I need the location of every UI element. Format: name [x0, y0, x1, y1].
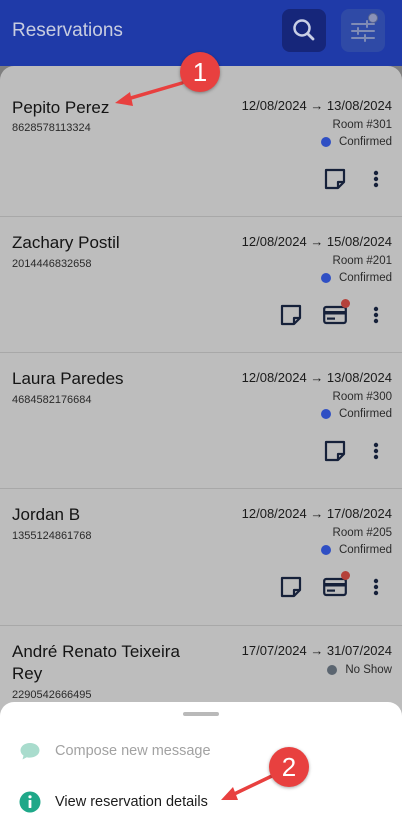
- note-icon[interactable]: [324, 440, 346, 462]
- reservation-dates: 12/08/2024 → 13/08/2024: [241, 370, 392, 385]
- filter-active-dot: [368, 13, 378, 23]
- status-badge: Confirmed: [320, 136, 392, 148]
- note-icon[interactable]: [280, 304, 302, 326]
- status-dot: [320, 409, 331, 419]
- guest-name: Pepito Perez: [12, 98, 110, 117]
- status-badge: Confirmed: [320, 544, 392, 556]
- reservation-card[interactable]: Zachary Postil 2014446832658 12/08/2024 …: [0, 217, 402, 353]
- guest-phone: 2014446832658: [12, 258, 92, 270]
- status-badge: No Show: [327, 664, 392, 676]
- room-number: Room #301: [332, 119, 392, 131]
- reservation-dates: 12/08/2024 → 13/08/2024: [241, 98, 392, 113]
- reservation-dates: 12/08/2024 → 17/08/2024: [241, 506, 392, 521]
- reservation-card[interactable]: Laura Paredes 4684582176684 12/08/2024 →…: [0, 353, 402, 489]
- search-button[interactable]: [282, 9, 326, 52]
- note-icon[interactable]: [280, 576, 302, 598]
- info-icon: [19, 791, 41, 813]
- status-dot: [320, 273, 331, 283]
- view-details-option[interactable]: View reservation details: [0, 784, 402, 820]
- payment-alert-badge: [341, 299, 350, 308]
- annotation-marker-1: 1: [180, 52, 220, 92]
- note-icon[interactable]: [324, 168, 346, 190]
- room-number: Room #205: [332, 527, 392, 539]
- reservation-dates: 12/08/2024 → 15/08/2024: [241, 234, 392, 249]
- more-options-icon[interactable]: [373, 306, 379, 324]
- status-badge: Confirmed: [320, 408, 392, 420]
- reservation-dates: 17/07/2024 → 31/07/2024: [241, 643, 392, 658]
- page-title: Reservations: [12, 20, 123, 41]
- more-options-icon[interactable]: [373, 170, 379, 188]
- status-label: Confirmed: [338, 408, 392, 420]
- room-number: Room #300: [332, 391, 392, 403]
- sheet-drag-handle[interactable]: [183, 712, 219, 716]
- bottom-sheet: Compose new message View reservation det…: [0, 702, 402, 830]
- status-label: Confirmed: [338, 136, 392, 148]
- chat-bubble-icon: [20, 743, 40, 760]
- guest-phone: 1355124861768: [12, 530, 92, 542]
- status-label: Confirmed: [338, 544, 392, 556]
- guest-name: Laura Paredes: [12, 369, 124, 388]
- guest-phone: 4684582176684: [12, 394, 92, 406]
- payment-card-icon[interactable]: [323, 305, 347, 325]
- guest-name: Jordan B: [12, 505, 81, 524]
- guest-phone: 2290542666495: [12, 689, 92, 701]
- guest-name: Zachary Postil: [12, 233, 120, 252]
- status-dot: [327, 665, 338, 675]
- status-badge: Confirmed: [320, 272, 392, 284]
- guest-phone: 8628578113324: [12, 122, 91, 134]
- payment-alert-badge: [341, 571, 350, 580]
- compose-message-option[interactable]: Compose new message: [0, 733, 402, 769]
- view-details-label: View reservation details: [55, 794, 208, 810]
- compose-message-label: Compose new message: [55, 743, 211, 759]
- more-options-icon[interactable]: [373, 442, 379, 460]
- more-options-icon[interactable]: [373, 578, 379, 596]
- status-label: Confirmed: [338, 272, 392, 284]
- reservation-card[interactable]: Jordan B 1355124861768 12/08/2024 → 17/0…: [0, 489, 402, 626]
- status-dot: [320, 137, 331, 147]
- annotation-marker-2: 2: [269, 747, 309, 787]
- payment-card-icon[interactable]: [323, 577, 347, 597]
- sliders-icon: [351, 20, 375, 42]
- status-label: No Show: [345, 664, 392, 676]
- guest-name: André Renato Teixeira Rey: [12, 642, 180, 683]
- status-dot: [320, 545, 331, 555]
- search-icon: [293, 19, 315, 41]
- room-number: Room #201: [332, 255, 392, 267]
- filter-button[interactable]: [341, 9, 385, 52]
